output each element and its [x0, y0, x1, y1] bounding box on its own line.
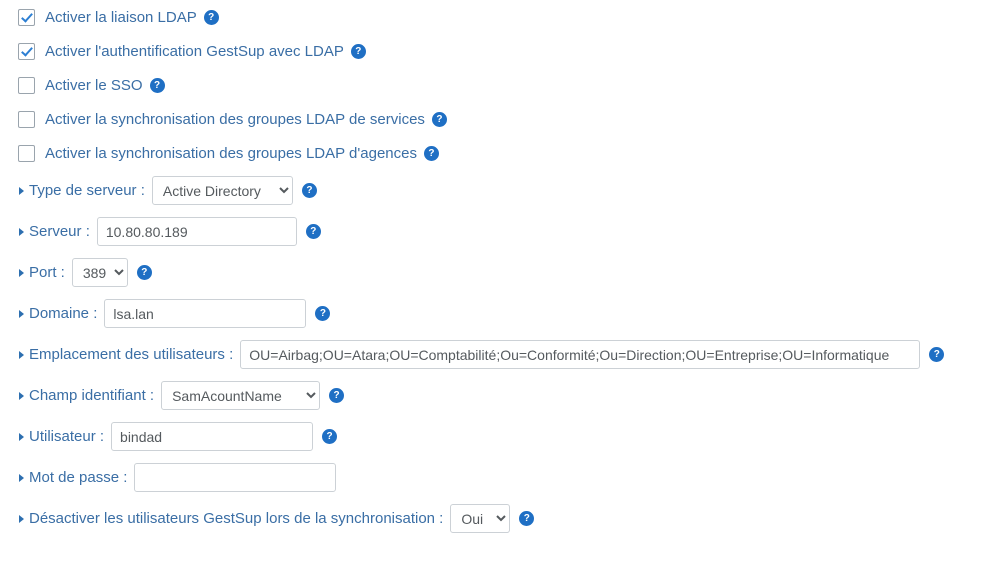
field-label: Port : — [29, 264, 65, 281]
help-icon[interactable]: ? — [431, 111, 447, 127]
field-row-server: Serveur : ? — [0, 211, 1003, 252]
field-label: Type de serveur : — [29, 182, 145, 199]
checkbox-sync-groupes-agences[interactable] — [18, 144, 35, 162]
ldap-settings-page: Activer la liaison LDAP ? Activer l'auth… — [0, 0, 1003, 561]
help-icon[interactable]: ? — [136, 265, 152, 280]
field-label: Emplacement des utilisateurs : — [29, 346, 234, 363]
field-row-user: Utilisateur : ? — [0, 416, 1003, 457]
users-location-input[interactable] — [240, 340, 921, 369]
checkbox-row-sync-agences[interactable]: Activer la synchronisation des groupes L… — [0, 136, 1003, 170]
checkbox-row-sso[interactable]: Activer le SSO ? — [0, 68, 1003, 102]
help-icon[interactable]: ? — [315, 306, 331, 321]
field-label: Serveur : — [29, 223, 90, 240]
bullet-arrow-icon — [19, 309, 24, 318]
field-row-server-type: Type de serveur : Active Directory ? — [0, 170, 1003, 211]
help-icon[interactable]: ? — [305, 224, 321, 239]
bullet-arrow-icon — [19, 227, 24, 236]
bullet-arrow-icon — [19, 473, 24, 482]
checkbox-row-ldap-link[interactable]: Activer la liaison LDAP ? — [0, 0, 1003, 34]
checkbox-sync-groupes-services[interactable] — [18, 110, 35, 128]
checkbox-activer-sso[interactable] — [18, 76, 35, 94]
field-row-id-field: Champ identifiant : SamAcountName ? — [0, 375, 1003, 416]
bullet-arrow-icon — [19, 514, 24, 523]
help-icon[interactable]: ? — [149, 77, 165, 93]
field-group: Type de serveur : Active Directory ? Ser… — [0, 170, 1003, 539]
checkbox-label: Activer la synchronisation des groupes L… — [45, 144, 417, 162]
field-row-domain: Domaine : ? — [0, 293, 1003, 334]
help-icon[interactable]: ? — [519, 511, 535, 526]
checkbox-label: Activer le SSO — [45, 76, 143, 94]
field-label: Utilisateur : — [29, 428, 105, 445]
help-icon[interactable]: ? — [929, 347, 945, 362]
field-row-disable-users: Désactiver les utilisateurs GestSup lors… — [0, 498, 1003, 539]
bullet-arrow-icon — [19, 268, 24, 277]
password-input[interactable] — [134, 463, 337, 492]
bullet-arrow-icon — [19, 186, 24, 195]
bullet-arrow-icon — [19, 350, 24, 359]
disable-users-select[interactable]: Oui — [450, 504, 511, 533]
port-select[interactable]: 389 — [71, 258, 128, 287]
help-icon[interactable]: ? — [423, 145, 439, 161]
help-icon[interactable]: ? — [350, 43, 366, 59]
checkbox-activer-authentification-gestsup[interactable] — [18, 42, 35, 60]
identifier-field-select[interactable]: SamAcountName — [161, 381, 321, 410]
server-type-select[interactable]: Active Directory — [151, 176, 293, 205]
checkbox-label: Activer l'authentification GestSup avec … — [45, 42, 344, 60]
field-row-password: Mot de passe : — [0, 457, 1003, 498]
bullet-arrow-icon — [19, 432, 24, 441]
help-icon[interactable]: ? — [322, 429, 338, 444]
checkbox-row-sync-services[interactable]: Activer la synchronisation des groupes L… — [0, 102, 1003, 136]
field-label: Domaine : — [29, 305, 98, 322]
field-row-port: Port : 389 ? — [0, 252, 1003, 293]
checkbox-activer-liaison-ldap[interactable] — [18, 8, 35, 26]
user-input[interactable] — [111, 422, 314, 451]
checkbox-label: Activer la liaison LDAP — [45, 8, 197, 26]
help-icon[interactable]: ? — [203, 9, 219, 25]
help-icon[interactable]: ? — [329, 388, 345, 403]
field-label: Mot de passe : — [29, 469, 128, 486]
checkbox-row-gestsup-auth[interactable]: Activer l'authentification GestSup avec … — [0, 34, 1003, 68]
field-row-users-location: Emplacement des utilisateurs : ? — [0, 334, 1003, 375]
field-label: Champ identifiant : — [29, 387, 155, 404]
domain-input[interactable] — [104, 299, 307, 328]
checkbox-label: Activer la synchronisation des groupes L… — [45, 110, 425, 128]
help-icon[interactable]: ? — [301, 183, 317, 198]
server-input[interactable] — [96, 217, 297, 246]
field-label: Désactiver les utilisateurs GestSup lors… — [29, 510, 444, 527]
checkbox-group: Activer la liaison LDAP ? Activer l'auth… — [0, 0, 1003, 170]
bullet-arrow-icon — [19, 391, 24, 400]
